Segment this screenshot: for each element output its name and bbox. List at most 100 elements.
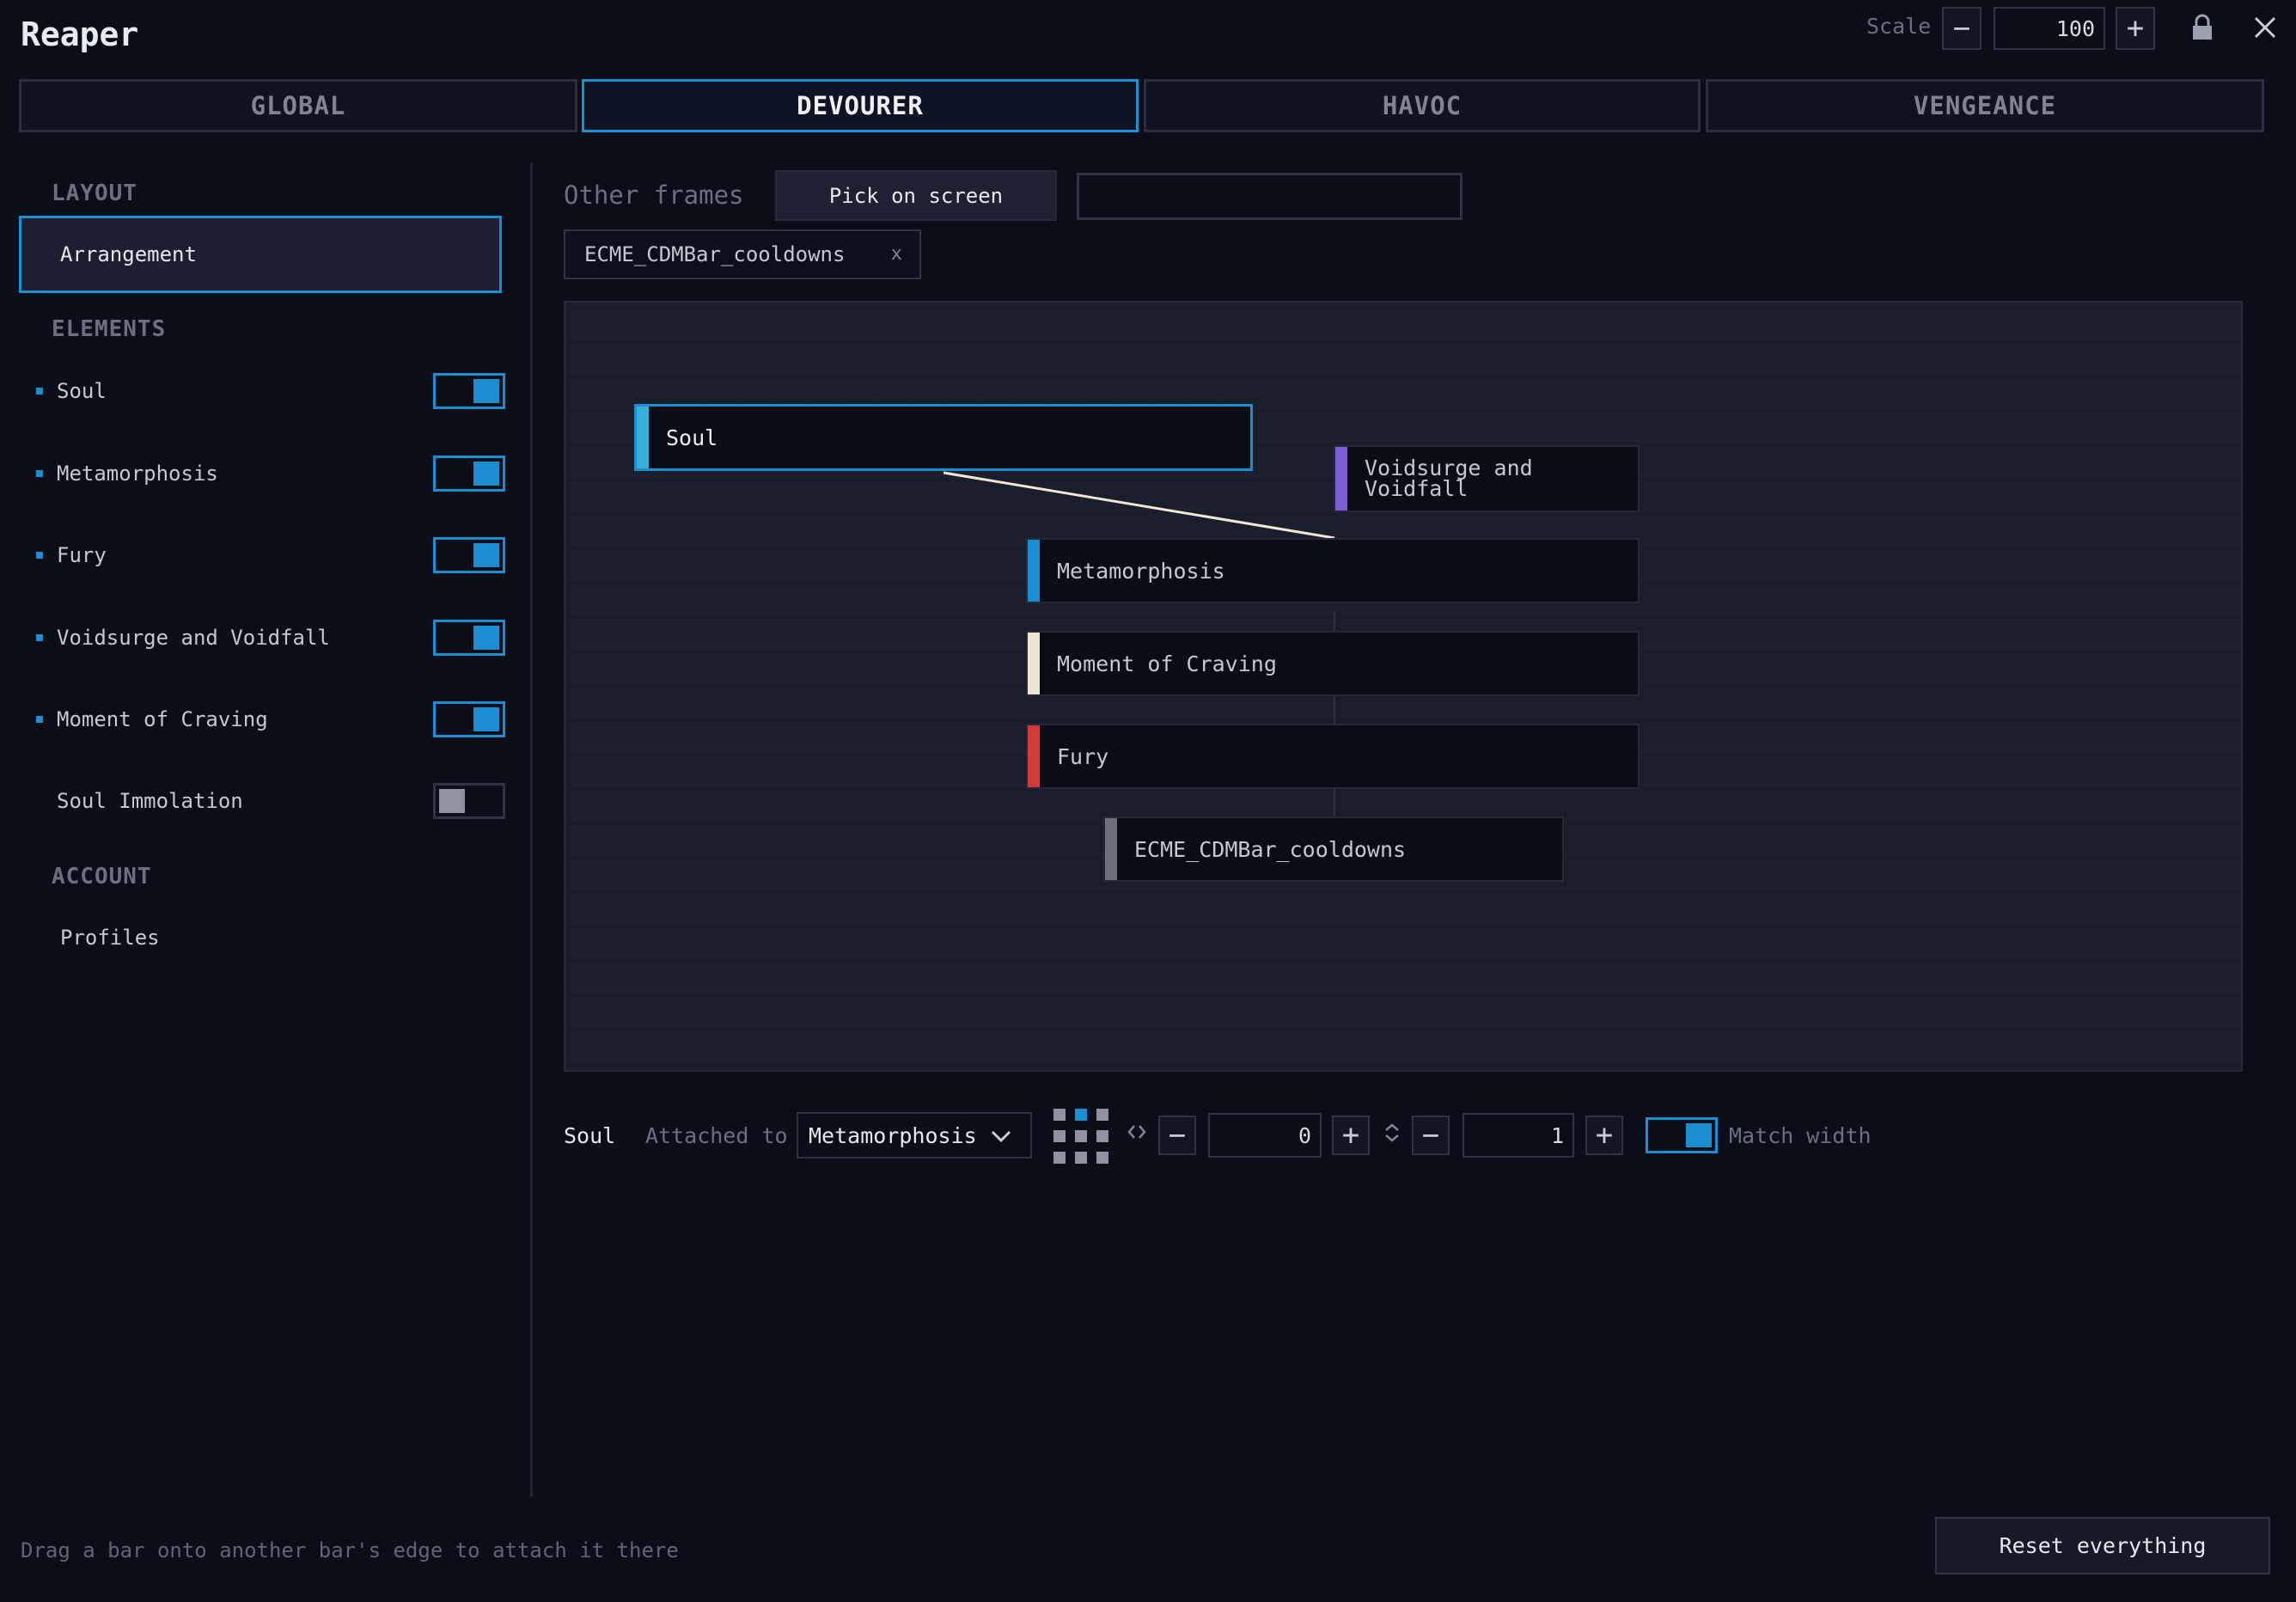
arrangement-canvas[interactable]: Soul Voidsurge and Voidfall Metamorphosi…	[564, 301, 2243, 1072]
canvas-bar-moment-of-craving[interactable]: Moment of Craving	[1026, 631, 1640, 696]
bar-label: Soul	[666, 425, 718, 450]
y-offset-input[interactable]: 1	[1462, 1113, 1574, 1158]
toggle-knob	[473, 379, 499, 403]
bar-color-swatch	[1028, 633, 1040, 694]
anchor-cell[interactable]	[1075, 1152, 1087, 1164]
canvas-bar-voidsurge[interactable]: Voidsurge and Voidfall	[1334, 445, 1640, 512]
element-row-voidsurge: Voidsurge and Voidfall	[36, 616, 505, 659]
canvas-bar-ecme-cooldowns[interactable]: ECME_CDMBar_cooldowns	[1103, 816, 1564, 882]
frame-name-input[interactable]	[1077, 173, 1462, 220]
element-label: Fury	[57, 543, 107, 567]
y-offset-increase-button[interactable]: +	[1585, 1116, 1623, 1155]
layout-heading: LAYOUT	[52, 180, 137, 206]
sidebar-item-profiles[interactable]: Profiles	[60, 926, 160, 950]
anchor-cell[interactable]	[1053, 1109, 1066, 1121]
toggle-knob	[473, 462, 499, 486]
bullet-icon	[36, 798, 43, 804]
plus-icon: +	[2126, 11, 2145, 46]
anchor-cell[interactable]	[1096, 1109, 1108, 1121]
element-toggle-soul-immolation[interactable]	[433, 783, 505, 819]
x-offset-decrease-button[interactable]: −	[1158, 1116, 1196, 1155]
attached-to-value: Metamorphosis	[809, 1122, 977, 1148]
element-label: Moment of Craving	[57, 707, 268, 731]
scale-input[interactable]: 100	[1994, 7, 2105, 50]
element-label: Voidsurge and Voidfall	[57, 626, 330, 650]
tab-devourer[interactable]: DEVOURER	[582, 79, 1139, 132]
bullet-icon	[36, 716, 43, 723]
element-row-soul: Soul	[36, 370, 505, 413]
element-toggle-voidsurge[interactable]	[433, 620, 505, 656]
anchor-cell[interactable]	[1053, 1130, 1066, 1142]
anchor-cell[interactable]	[1096, 1130, 1108, 1142]
anchor-cell[interactable]	[1096, 1152, 1108, 1164]
app-title: Reaper	[21, 15, 139, 53]
scale-decrease-button[interactable]: −	[1942, 7, 1982, 50]
x-offset-input[interactable]: 0	[1208, 1113, 1322, 1158]
selected-element-name: Soul	[564, 1123, 616, 1148]
x-offset-increase-button[interactable]: +	[1332, 1116, 1370, 1155]
bullet-icon	[36, 388, 43, 394]
bar-color-swatch	[1105, 818, 1117, 880]
match-width-label: Match width	[1729, 1123, 1872, 1148]
lock-icon[interactable]	[2189, 14, 2215, 41]
scale-label: Scale	[1866, 14, 1932, 39]
toggle-knob	[473, 707, 499, 731]
horizontal-offset-icon	[1127, 1122, 1146, 1146]
bar-label: Metamorphosis	[1057, 558, 1225, 584]
match-width-toggle[interactable]	[1646, 1117, 1718, 1153]
toggle-knob	[473, 626, 499, 650]
element-row-metamorphosis: Metamorphosis	[36, 452, 505, 495]
bar-label: Voidsurge and Voidfall	[1365, 456, 1533, 501]
scale-increase-button[interactable]: +	[2116, 7, 2155, 50]
element-row-fury: Fury	[36, 534, 505, 577]
element-label: Soul Immolation	[57, 789, 243, 813]
bar-color-swatch	[637, 407, 649, 468]
tab-havoc[interactable]: HAVOC	[1144, 79, 1701, 132]
close-icon[interactable]	[2251, 14, 2279, 41]
element-label: Metamorphosis	[57, 462, 218, 486]
anchor-cell[interactable]	[1075, 1130, 1087, 1142]
element-toggle-metamorphosis[interactable]	[433, 456, 505, 492]
bullet-icon	[36, 552, 43, 559]
minus-icon: −	[1421, 1118, 1440, 1153]
anchor-cell[interactable]	[1075, 1109, 1087, 1121]
vertical-offset-icon	[1383, 1122, 1401, 1148]
anchor-cell[interactable]	[1053, 1152, 1066, 1164]
bar-color-swatch	[1028, 725, 1040, 787]
attached-to-label: Attached to	[645, 1123, 788, 1148]
plus-icon: +	[1341, 1118, 1360, 1153]
element-toggle-soul[interactable]	[433, 373, 505, 409]
pick-on-screen-button[interactable]: Pick on screen	[775, 170, 1057, 221]
toggle-knob	[1686, 1123, 1712, 1147]
y-offset-decrease-button[interactable]: −	[1412, 1116, 1450, 1155]
element-toggle-fury[interactable]	[433, 537, 505, 573]
tab-vengeance[interactable]: VENGEANCE	[1706, 79, 2264, 132]
canvas-bar-metamorphosis[interactable]: Metamorphosis	[1026, 538, 1640, 603]
bullet-icon	[36, 634, 43, 641]
canvas-bar-soul[interactable]: Soul	[634, 404, 1253, 471]
plus-icon: +	[1595, 1118, 1614, 1153]
tab-global[interactable]: GLOBAL	[19, 79, 577, 132]
chip-remove-icon[interactable]: x	[891, 243, 902, 265]
bullet-icon	[36, 470, 43, 477]
frame-chip: ECME_CDMBar_cooldowns x	[564, 229, 921, 279]
bar-color-swatch	[1028, 540, 1040, 602]
attachment-link-line	[943, 471, 1335, 540]
bar-label: ECME_CDMBar_cooldowns	[1134, 836, 1407, 862]
reset-everything-button[interactable]: Reset everything	[1935, 1517, 2270, 1574]
sidebar-divider	[530, 163, 533, 1497]
minus-icon: −	[1168, 1118, 1187, 1153]
bar-label: Fury	[1057, 743, 1109, 769]
element-row-soul-immolation: Soul Immolation	[36, 780, 505, 822]
toggle-knob	[439, 789, 465, 813]
element-toggle-moment-of-craving[interactable]	[433, 701, 505, 737]
sidebar-item-arrangement[interactable]: Arrangement	[19, 216, 502, 293]
elements-heading: ELEMENTS	[52, 316, 167, 342]
bar-color-swatch	[1335, 447, 1347, 511]
canvas-bar-fury[interactable]: Fury	[1026, 724, 1640, 789]
account-heading: ACCOUNT	[52, 864, 152, 890]
frame-chip-label: ECME_CDMBar_cooldowns	[584, 242, 846, 266]
anchor-point-grid[interactable]	[1053, 1109, 1108, 1164]
attached-to-select[interactable]: Metamorphosis	[797, 1112, 1032, 1159]
element-row-moment-of-craving: Moment of Craving	[36, 698, 505, 741]
